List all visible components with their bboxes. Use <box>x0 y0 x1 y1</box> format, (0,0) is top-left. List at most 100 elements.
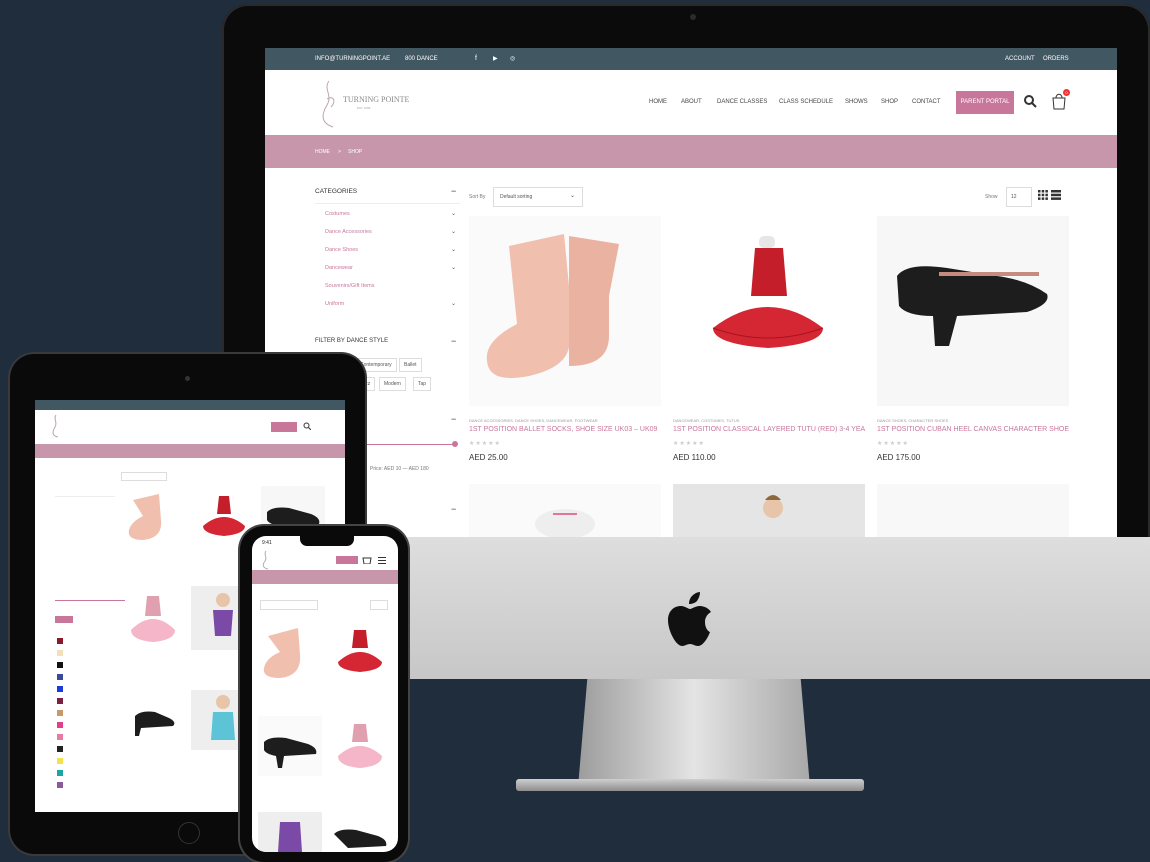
cart-icon[interactable] <box>362 554 372 564</box>
product-name[interactable]: 1ST POSITION CUBAN HEEL CANVAS CHARACTER… <box>877 426 1069 433</box>
nav-shop[interactable]: SHOP <box>881 99 898 105</box>
parent-portal-button[interactable]: PARENT PORTAL <box>956 91 1014 114</box>
product-name[interactable]: 1ST POSITION BALLET SOCKS, SHOE SIZE UK0… <box>469 426 661 433</box>
color-swatch[interactable] <box>57 674 63 680</box>
color-swatch[interactable] <box>57 650 63 656</box>
product-name[interactable]: 1ST POSITION CLASSICAL LAYERED TUTU (RED… <box>673 426 865 433</box>
product-image-tutu[interactable] <box>673 216 865 406</box>
product-image[interactable] <box>469 484 661 537</box>
parent-portal-button[interactable] <box>271 422 297 432</box>
apple-logo-icon <box>668 592 711 646</box>
phone-link[interactable]: 800 DANCE <box>405 56 438 62</box>
chevron-down-icon[interactable]: ⌄ <box>451 228 456 235</box>
nav-dance-classes[interactable]: DANCE CLASSES <box>717 99 767 105</box>
tutu-image <box>712 236 824 348</box>
color-swatch[interactable] <box>57 686 63 692</box>
logo-dancer-icon[interactable] <box>260 550 272 570</box>
product-image[interactable] <box>328 716 392 776</box>
account-link[interactable]: ACCOUNT <box>1005 56 1035 62</box>
collapse-icon[interactable]: − <box>451 186 456 196</box>
category-costumes[interactable]: Costumes <box>325 211 350 217</box>
sort-value: Default sorting <box>500 194 533 200</box>
color-swatch[interactable] <box>57 662 63 668</box>
color-swatch[interactable] <box>57 722 63 728</box>
brand-name[interactable]: TURNING POINTE <box>343 95 409 104</box>
logo-dancer-icon[interactable] <box>49 414 63 438</box>
product-image[interactable] <box>328 620 392 684</box>
facebook-icon[interactable]: f <box>475 55 477 62</box>
collapse-icon[interactable]: − <box>451 504 456 514</box>
youtube-icon[interactable]: ▶ <box>493 55 498 62</box>
shoe-image <box>897 266 1048 346</box>
chevron-down-icon[interactable]: ⌄ <box>451 300 456 307</box>
instagram-icon[interactable]: ◎ <box>510 55 515 62</box>
chevron-down-icon[interactable]: ⌄ <box>451 210 456 217</box>
product-image[interactable] <box>258 620 322 684</box>
nav-shows[interactable]: SHOWS <box>845 99 868 105</box>
color-swatch[interactable] <box>57 734 63 740</box>
nav-home[interactable]: HOME <box>649 99 667 105</box>
grid-icon[interactable] <box>1038 190 1048 200</box>
cart-count-badge: 0 <box>1063 89 1070 96</box>
color-swatch[interactable] <box>57 770 63 776</box>
product-image[interactable] <box>258 812 322 852</box>
collapse-icon[interactable]: − <box>451 414 456 424</box>
category-souvenirs[interactable]: Souvenirs/Gift Items <box>325 283 375 289</box>
product-image-character-shoes[interactable] <box>877 216 1069 406</box>
chevron-down-icon[interactable]: ⌄ <box>451 264 456 271</box>
price-slider-track[interactable] <box>365 444 455 445</box>
product-price: AED 110.00 <box>673 453 716 462</box>
show-select[interactable] <box>370 600 388 610</box>
product-image-socks[interactable] <box>469 216 661 406</box>
breadcrumb-home[interactable]: HOME <box>315 149 330 155</box>
style-tap[interactable]: Tap <box>413 377 432 391</box>
style-modern[interactable]: Modern <box>379 377 406 391</box>
product-image[interactable] <box>121 486 185 546</box>
filter-button[interactable] <box>55 616 73 623</box>
phone-screen: 9:41 <box>252 536 398 852</box>
search-icon[interactable] <box>303 422 311 430</box>
color-swatch[interactable] <box>57 758 63 764</box>
sort-label: Sort By <box>469 194 486 200</box>
color-swatch[interactable] <box>57 746 63 752</box>
breadcrumb <box>252 570 398 584</box>
product-image[interactable] <box>877 484 1069 537</box>
product-image[interactable] <box>121 586 185 650</box>
product-image[interactable] <box>258 716 322 776</box>
category-uniform[interactable]: Uniform <box>325 301 344 307</box>
sort-select[interactable] <box>121 472 167 481</box>
sort-select[interactable] <box>260 600 318 610</box>
product-image[interactable] <box>121 690 185 750</box>
price-slider-handle[interactable] <box>452 441 458 447</box>
imac-base <box>516 779 864 791</box>
product-category: DANCE SHOES, CHARACTER SHOES <box>877 418 949 423</box>
home-button[interactable] <box>178 822 200 844</box>
color-swatch[interactable] <box>57 638 63 644</box>
color-swatch[interactable] <box>57 782 63 788</box>
logo-dancer-icon[interactable] <box>315 79 343 129</box>
product-image[interactable] <box>673 484 865 537</box>
sort-select[interactable]: Default sorting ⌄ <box>493 187 583 207</box>
style-ballet[interactable]: Ballet <box>399 358 422 372</box>
search-icon[interactable] <box>1023 94 1037 108</box>
show-select[interactable]: 12 <box>1006 187 1032 207</box>
color-swatch[interactable] <box>57 698 63 704</box>
price-slider-track[interactable] <box>55 600 125 601</box>
email-link[interactable]: INFO@TURNINGPOINT.AE <box>315 56 390 62</box>
list-icon[interactable] <box>1051 190 1061 200</box>
top-bar <box>35 400 345 410</box>
product-image[interactable] <box>328 812 392 852</box>
chevron-down-icon[interactable]: ⌄ <box>451 246 456 253</box>
category-dancewear[interactable]: Dancewear <box>325 265 353 271</box>
nav-class-schedule[interactable]: CLASS SCHEDULE <box>779 99 833 105</box>
category-dance-shoes[interactable]: Dance Shoes <box>325 247 358 253</box>
orders-link[interactable]: ORDERS <box>1043 56 1069 62</box>
menu-icon[interactable] <box>378 556 386 564</box>
collapse-icon[interactable]: − <box>451 336 456 346</box>
nav-about[interactable]: ABOUT <box>681 99 702 105</box>
parent-portal-button[interactable] <box>336 556 358 564</box>
color-swatch[interactable] <box>57 710 63 716</box>
imac-stand <box>578 679 810 787</box>
category-dance-accessories[interactable]: Dance Accessories <box>325 229 372 235</box>
nav-contact[interactable]: CONTACT <box>912 99 941 105</box>
